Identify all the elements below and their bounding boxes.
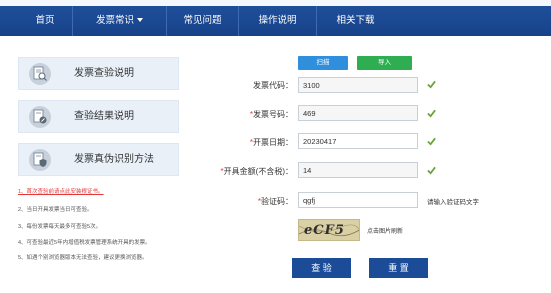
sidebar-card-authenticity-methods[interactable]: 发票真伪识别方法 <box>18 143 179 176</box>
nav-item-label: 相关下载 <box>336 15 375 26</box>
import-button[interactable]: 导入 <box>357 56 412 70</box>
captcha-label: *验证码： <box>257 197 293 206</box>
nav-item-label: 发票常识 <box>95 15 134 26</box>
check-icon <box>427 137 436 146</box>
sidebar-card-result-instructions[interactable]: 查验结果说明 <box>18 100 179 133</box>
captcha-hint: 请输入验证码文字 <box>427 199 479 206</box>
scan-button[interactable]: 扫描 <box>298 56 348 70</box>
note-item: 4、可查验最近5年内增值税发票管理系统开具的发票。 <box>18 240 151 246</box>
nav-item-faq[interactable]: 常见问题 <box>166 6 238 36</box>
check-button[interactable]: 查 验 <box>292 258 351 278</box>
note-item: 2、当日开具发票当日可查验。 <box>18 207 93 213</box>
sidebar-card-label: 发票真伪识别方法 <box>74 154 154 165</box>
captcha-field[interactable] <box>298 192 418 208</box>
reset-button[interactable]: 重 置 <box>369 258 428 278</box>
sidebar-card-check-instructions[interactable]: 发票查验说明 <box>18 57 179 90</box>
invoice-code-field[interactable] <box>298 77 418 93</box>
check-icon <box>427 80 436 89</box>
issue-date-field[interactable] <box>298 133 418 149</box>
issue-date-label: *开票日期： <box>249 138 293 147</box>
amount-label: *开具金额(不含税)： <box>220 167 293 176</box>
nav-item-instructions[interactable]: 操作说明 <box>238 6 316 36</box>
sidebar-card-label: 发票查验说明 <box>74 68 134 79</box>
invoice-code-label: 发票代码： <box>253 81 293 90</box>
check-icon <box>427 109 436 118</box>
refresh-captcha-link[interactable]: 点击图片刷新 <box>367 226 403 235</box>
top-navigation: 首页 发票常识 常见问题 操作说明 相关下载 <box>0 0 551 36</box>
shield-document-icon <box>29 149 51 171</box>
check-icon <box>427 166 436 175</box>
captcha-image[interactable]: eCF5 <box>298 219 360 241</box>
pencil-document-icon <box>29 106 51 128</box>
magnifier-document-icon <box>29 63 51 85</box>
nav-item-invoice-knowledge[interactable]: 发票常识 <box>72 6 166 36</box>
nav-item-downloads[interactable]: 相关下载 <box>316 6 394 36</box>
nav-item-label: 操作说明 <box>258 15 297 26</box>
nav-item-label: 首页 <box>35 15 55 26</box>
note-item: 3、每份发票每天最多可查验5次。 <box>18 224 102 230</box>
nav-item-label: 常见问题 <box>183 15 222 26</box>
nav-item-home[interactable]: 首页 <box>18 6 72 36</box>
sidebar-card-label: 查验结果说明 <box>74 111 134 122</box>
amount-field[interactable] <box>298 162 418 178</box>
invoice-number-label: *发票号码： <box>249 110 293 119</box>
install-cert-link[interactable]: 1、首次查验前请点此安装根证书。 <box>18 187 104 195</box>
nav-bar: 首页 发票常识 常见问题 操作说明 相关下载 <box>18 6 541 36</box>
note-item: 5、如遇个别浏览器版本无法查验，建议更换浏览器。 <box>18 255 148 261</box>
invoice-number-field[interactable] <box>298 105 418 121</box>
captcha-text: eCF5 <box>304 223 345 238</box>
chevron-down-icon <box>137 18 143 23</box>
